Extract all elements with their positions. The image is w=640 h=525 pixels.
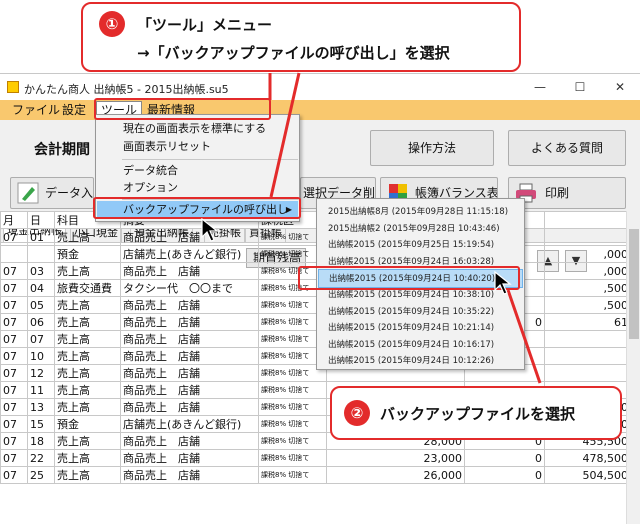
mouse-cursor-icon: [494, 271, 512, 295]
step-1-instruction: →「バックアップファイルの呼び出し」を選択: [137, 44, 450, 62]
connector-line: [269, 72, 301, 198]
callout-step-1: ① 「ツール」メニュー →「バックアップファイルの呼び出し」を選択: [81, 2, 521, 72]
step-1-title: 「ツール」メニュー: [137, 16, 273, 34]
callout-connectors: [268, 72, 542, 384]
connector-line: [506, 289, 542, 384]
step-1-badge: ①: [99, 11, 125, 37]
step-2-badge: ②: [344, 400, 370, 426]
step-2-instruction: バックアップファイルを選択: [380, 405, 576, 423]
callout-step-2: ② バックアップファイルを選択: [330, 386, 622, 440]
mouse-cursor-icon: [201, 218, 219, 242]
